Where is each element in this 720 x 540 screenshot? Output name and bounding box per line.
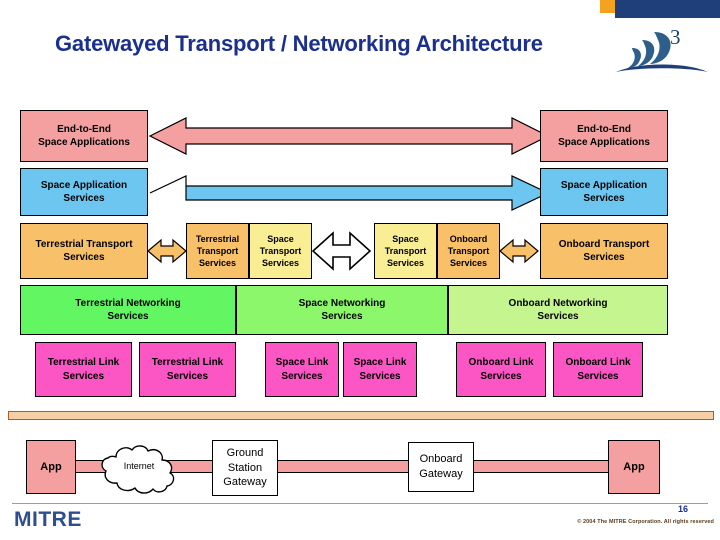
box-label: Onboard Networking Services [508, 297, 608, 323]
internet-label: Internet [123, 461, 155, 471]
box-label: Space Link Services [353, 357, 407, 382]
box-onboard-transport-services-gateway: Onboard Transport Services [437, 223, 500, 279]
box-app-right: App [608, 440, 660, 494]
box-space-link-services-2: Space Link Services [343, 342, 417, 397]
box-label: Terrestrial Transport Services [195, 233, 240, 269]
footer-divider [12, 503, 708, 504]
box-terrestrial-link-services-2: Terrestrial Link Services [139, 342, 236, 397]
box-label: End-to-End Space Applications [558, 123, 650, 149]
box-end-to-end-space-applications-right: End-to-End Space Applications [540, 110, 668, 162]
header-orange-accent [600, 0, 615, 13]
pipe-ground-to-onboard [268, 460, 428, 473]
box-label: Space Transport Services [259, 233, 302, 269]
box-label: Onboard Transport Services [447, 233, 490, 269]
mitre-wordmark: MITRE [14, 508, 82, 531]
box-space-link-services-1: Space Link Services [265, 342, 339, 397]
box-space-networking-services: Space Networking Services [236, 285, 448, 335]
box-terrestrial-transport-services-gateway: Terrestrial Transport Services [186, 223, 249, 279]
box-label: Terrestrial Networking Services [75, 297, 181, 323]
box-onboard-transport-services-right: Onboard Transport Services [540, 223, 668, 279]
svg-text:3: 3 [670, 25, 681, 49]
pipe-onboard-to-app [468, 460, 616, 473]
box-label: Onboard Link Services [565, 357, 631, 382]
box-label: Onboard Transport Services [558, 238, 650, 264]
mitre-wave-logo-icon: 3 [608, 22, 716, 84]
box-label: Space Application Services [40, 179, 128, 205]
box-label: App [623, 460, 645, 473]
box-onboard-link-services-2: Onboard Link Services [553, 342, 643, 397]
box-terrestrial-link-services-1: Terrestrial Link Services [35, 342, 132, 397]
box-space-application-services-left: Space Application Services [20, 168, 148, 216]
box-space-transport-services-gateway-left: Space Transport Services [249, 223, 312, 279]
page-title: Gatewayed Transport / Networking Archite… [55, 31, 543, 56]
header-blue-bar [615, 0, 720, 18]
box-label: Space Networking Services [298, 297, 386, 323]
box-space-application-services-right: Space Application Services [540, 168, 668, 216]
slide-canvas: 3 Gatewayed Transport / Networking Archi… [0, 0, 720, 540]
box-label: End-to-End Space Applications [38, 123, 130, 149]
section-divider-band [8, 411, 714, 420]
box-space-transport-services-gateway-right: Space Transport Services [374, 223, 437, 279]
box-app-left: App [26, 440, 76, 494]
page-number: 16 [678, 504, 689, 514]
box-label: Space Application Services [560, 179, 648, 205]
box-terrestrial-transport-services-left: Terrestrial Transport Services [20, 223, 148, 279]
copyright-notice: © 2004 The MITRE Corporation. All rights… [577, 519, 714, 525]
box-onboard-networking-services: Onboard Networking Services [448, 285, 668, 335]
box-label: Space Transport Services [384, 233, 427, 269]
box-label: Ground Station Gateway [223, 446, 267, 489]
box-label: Terrestrial Link Services [151, 357, 224, 382]
box-label: Terrestrial Transport Services [35, 238, 133, 264]
box-onboard-gateway: Onboard Gateway [408, 442, 474, 492]
box-label: Onboard Link Services [468, 357, 534, 382]
box-label: App [40, 460, 62, 473]
box-end-to-end-space-applications-left: End-to-End Space Applications [20, 110, 148, 162]
box-ground-station-gateway: Ground Station Gateway [212, 440, 278, 496]
box-onboard-link-services-1: Onboard Link Services [456, 342, 546, 397]
box-label: Space Link Services [275, 357, 329, 382]
box-label: Terrestrial Link Services [47, 357, 120, 382]
box-label: Onboard Gateway [419, 453, 463, 480]
box-terrestrial-networking-services: Terrestrial Networking Services [20, 285, 236, 335]
